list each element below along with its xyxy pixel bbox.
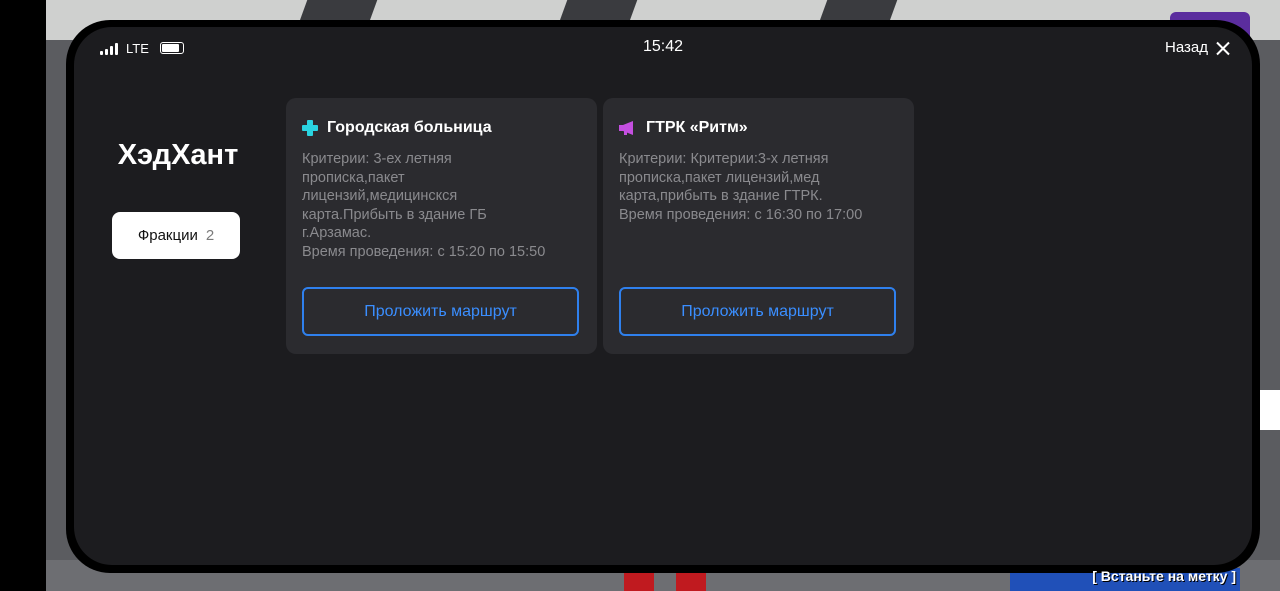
card-description: Критерии: Критерии:3-х летняя прописка,п…	[619, 151, 863, 223]
card-header: ГТРК «Ритм»	[619, 119, 748, 137]
phone-frame: LTE 15:42 Назад ХэдХант Фракции 2 Городс…	[66, 20, 1260, 573]
hospital-cross-icon	[302, 120, 318, 136]
status-bar: LTE 15:42 Назад	[74, 27, 1252, 71]
back-button[interactable]: Назад	[1165, 39, 1230, 56]
vacancy-card: Городская больница Критерии: 3-ех летняя…	[286, 98, 597, 354]
game-hint-text: [ Встаньте на метку ]	[1092, 568, 1236, 584]
card-header: Городская больница	[302, 119, 492, 137]
phone-screen: LTE 15:42 Назад ХэдХант Фракции 2 Городс…	[74, 27, 1252, 565]
route-button[interactable]: Проложить маршрут	[302, 287, 579, 336]
factions-filter-button[interactable]: Фракции 2	[112, 212, 240, 259]
filter-count: 2	[205, 227, 215, 244]
clock: 15:42	[642, 38, 684, 55]
route-button[interactable]: Проложить маршрут	[619, 287, 896, 336]
card-title: Городская больница	[327, 119, 492, 136]
page-title: ХэдХант	[117, 139, 239, 171]
vacancy-card: ГТРК «Ритм» Критерии: Критерии:3-х летня…	[603, 98, 914, 354]
close-icon[interactable]	[1216, 41, 1230, 55]
letterbox-left	[0, 0, 46, 591]
back-label: Назад	[1165, 39, 1208, 56]
card-title: ГТРК «Ритм»	[646, 119, 748, 136]
megaphone-icon	[619, 121, 633, 135]
filter-label: Фракции	[137, 227, 198, 244]
card-description: Критерии: 3-ех летняя прописка,пакет лиц…	[302, 151, 546, 260]
